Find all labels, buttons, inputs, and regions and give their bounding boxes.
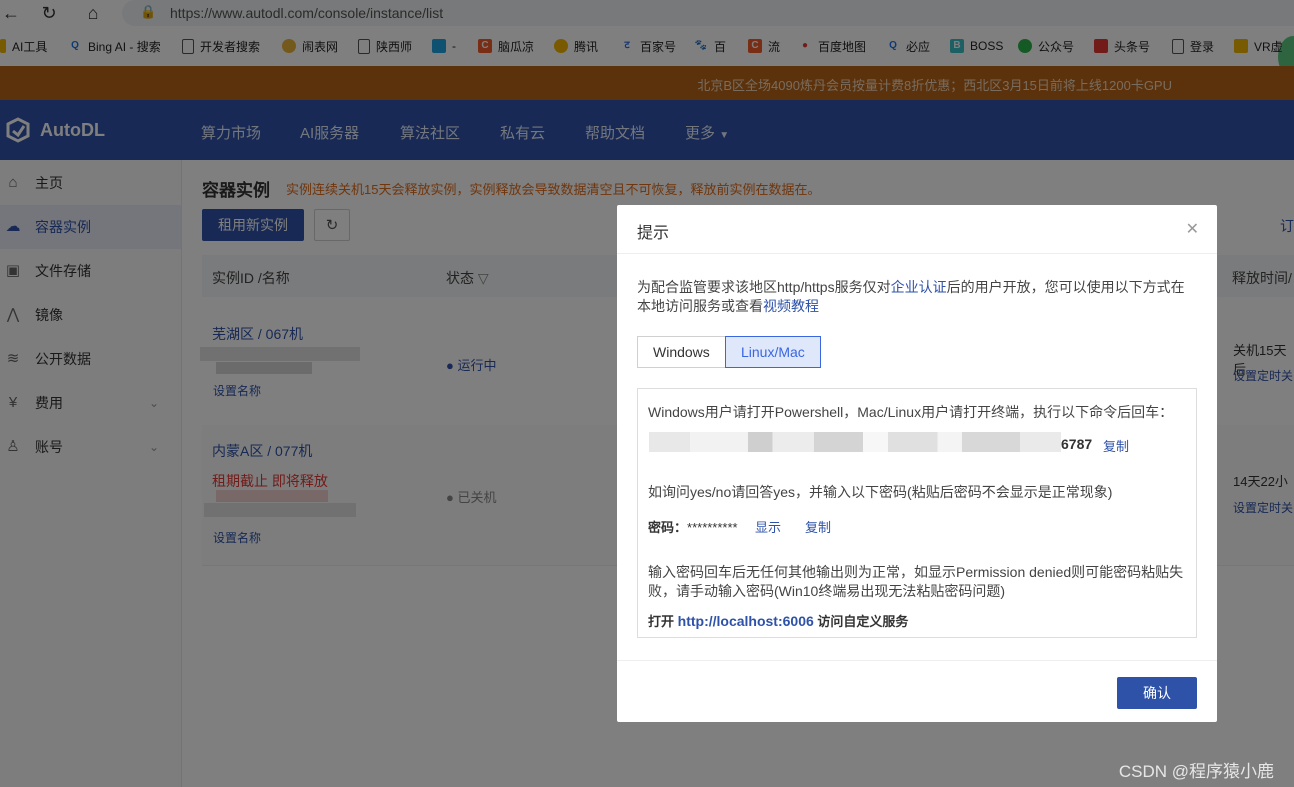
watermark: CSDN @程序猿小鹿 xyxy=(1118,762,1274,781)
yesno-instruction: 如询问yes/no请回答yes，并输入以下密码(粘贴后密码不会显示是正常现象) xyxy=(648,484,1113,500)
password-note: 输入密码回车后无任何其他输出则为正常，如显示Permission denied则… xyxy=(648,564,1184,599)
password-row: 密码：********** xyxy=(648,520,738,535)
enterprise-auth-link[interactable]: 企业认证 xyxy=(891,279,947,295)
tip-dialog: 提示 ✕ 为配合监管要求该地区http/https服务仅对企业认证后的用户开放，… xyxy=(617,205,1217,722)
command-box: Windows用户请打开Powershell，Mac/Linux用户请打开终端，… xyxy=(637,388,1197,638)
redacted-command xyxy=(649,432,1061,452)
dialog-header: 提示 ✕ xyxy=(617,205,1217,254)
dialog-footer: 确认 xyxy=(617,660,1217,723)
password-mask: ********** xyxy=(687,520,738,535)
close-icon[interactable]: ✕ xyxy=(1186,219,1199,239)
tab-windows[interactable]: Windows xyxy=(637,336,726,368)
command-tail: 6787 xyxy=(1061,436,1093,452)
copy-password-link[interactable]: 复制 xyxy=(805,517,831,536)
show-password-link[interactable]: 显示 xyxy=(755,517,781,536)
dialog-title: 提示 xyxy=(637,225,670,242)
video-tutorial-link[interactable]: 视频教程 xyxy=(763,298,819,314)
dialog-description: 为配合监管要求该地区http/https服务仅对企业认证后的用户开放，您可以使用… xyxy=(637,279,1185,314)
confirm-button[interactable]: 确认 xyxy=(1117,677,1197,709)
tab-linux-mac[interactable]: Linux/Mac xyxy=(725,336,821,368)
command-instruction: Windows用户请打开Powershell，Mac/Linux用户请打开终端，… xyxy=(648,404,1174,420)
copy-command-link[interactable]: 复制 xyxy=(1103,436,1129,455)
localhost-link[interactable]: http://localhost:6006 xyxy=(678,613,814,629)
open-service-line: 打开 http://localhost:6006 访问自定义服务 xyxy=(648,613,909,629)
